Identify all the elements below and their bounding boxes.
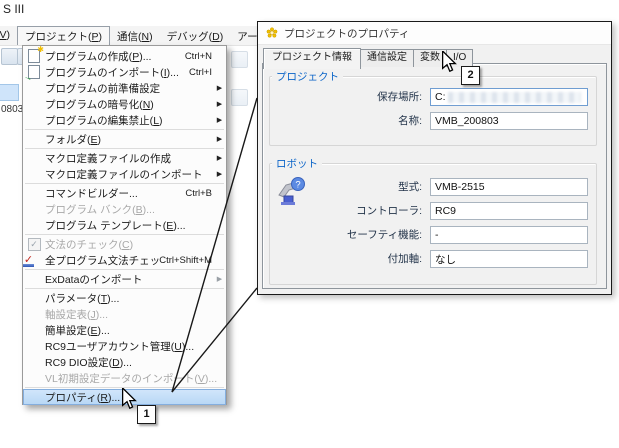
- shortcut-label: Ctrl+B: [185, 188, 226, 199]
- model-label: 型式:: [270, 178, 422, 196]
- submenu-arrow-icon: ▶: [213, 170, 226, 178]
- submenu-arrow-icon: ▶: [213, 84, 226, 92]
- menu-item-axis-table[interactable]: 軸設定表(J)...: [23, 306, 226, 322]
- menu-item-all-grammar-check[interactable]: ✓ 全プログラム文法チェック(M) Ctrl+Shift+M: [23, 252, 226, 268]
- project-menu: ✱ プログラムの作成(P)... Ctrl+N → プログラムのインポート(I)…: [22, 45, 227, 405]
- menubar: (V) プロジェクト(P) 通信(N) デバッグ(D) アーム(A) ツー: [0, 26, 257, 46]
- tab-io[interactable]: I/O: [446, 49, 473, 67]
- controller-label: コントローラ:: [270, 202, 422, 220]
- menu-separator: [25, 269, 224, 270]
- step-1-badge: 1: [137, 405, 156, 424]
- menu-item-folder[interactable]: フォルダ(E) ▶: [23, 131, 226, 147]
- tab-communication[interactable]: 通信設定: [360, 49, 414, 67]
- properties-dialog: プロジェクトのプロパティ プロジェクト情報 通信設定 変数 I/O プロジェクト…: [257, 21, 612, 295]
- menu-item-parameter[interactable]: パラメータ(T)...: [23, 290, 226, 306]
- new-program-icon: ✱: [23, 49, 45, 63]
- model-field[interactable]: VMB-2515: [430, 178, 588, 196]
- menu-item-edit-lock[interactable]: プログラムの編集禁止(L) ▶: [23, 112, 226, 128]
- group-robot-caption: ロボット: [272, 156, 322, 171]
- menubar-item-arm[interactable]: アーム(A): [230, 26, 257, 45]
- menu-item-exdata-import[interactable]: ExDataのインポート ▶: [23, 271, 226, 287]
- menubar-item-debug[interactable]: デバッグ(D): [160, 26, 231, 45]
- submenu-arrow-icon: ▶: [213, 275, 226, 283]
- group-robot: ロボット ? 型式: VMB-2515 コントローラ: RC9: [269, 163, 597, 285]
- menu-item-preprocess-settings[interactable]: プログラムの前準備設定 ▶: [23, 80, 226, 96]
- tab-project-info[interactable]: プロジェクト情報: [263, 48, 361, 69]
- extra-axis-label: 付加軸:: [270, 250, 422, 268]
- menu-item-easy-settings[interactable]: 簡単設定(E)...: [23, 322, 226, 338]
- menu-separator: [25, 234, 224, 235]
- step-2-badge: 2: [461, 66, 480, 85]
- toolbar-icon[interactable]: [231, 51, 248, 68]
- menu-item-grammar-check[interactable]: ✓ 文法のチェック(C): [23, 236, 226, 252]
- controller-field[interactable]: RC9: [430, 202, 588, 220]
- menu-separator: [25, 129, 224, 130]
- menu-item-import-macro-file[interactable]: マクロ定義ファイルのインポート ▶: [23, 166, 226, 182]
- dialog-title: プロジェクトのプロパティ: [284, 26, 409, 41]
- group-project: プロジェクト 保存場所: C: 名称: VMB_200803: [269, 76, 597, 146]
- menu-item-rc9-user-account[interactable]: RC9ユーザアカウント管理(U)...: [23, 338, 226, 354]
- menu-item-encrypt-program[interactable]: プログラムの暗号化(N) ▶: [23, 96, 226, 112]
- submenu-arrow-icon: ▶: [213, 135, 226, 143]
- menu-item-program-template[interactable]: プログラム テンプレート(E)...: [23, 217, 226, 233]
- menu-item-rc9-dio-settings[interactable]: RC9 DIO設定(D)...: [23, 354, 226, 370]
- menubar-item-communication[interactable]: 通信(N): [110, 26, 160, 45]
- menu-item-program-bank[interactable]: プログラム バンク(B)...: [23, 201, 226, 217]
- submenu-arrow-icon: ▶: [213, 100, 226, 108]
- tab-page: プロジェクト 保存場所: C: 名称: VMB_200803 ロボット: [262, 63, 607, 289]
- toolbar-icon[interactable]: [1, 48, 18, 65]
- dialog-tabs: プロジェクト情報 通信設定 変数 I/O: [263, 46, 472, 67]
- submenu-arrow-icon: ▶: [213, 116, 226, 124]
- menu-separator: [25, 148, 224, 149]
- shortcut-label: Ctrl+I: [189, 67, 226, 78]
- project-name-field[interactable]: VMB_200803: [430, 112, 588, 130]
- group-project-caption: プロジェクト: [272, 69, 343, 84]
- toolbar-icon[interactable]: [231, 89, 248, 106]
- tab-variables[interactable]: 変数: [413, 49, 447, 67]
- menu-separator: [25, 183, 224, 184]
- shortcut-label: Ctrl+Shift+M: [159, 255, 226, 266]
- menu-item-command-builder[interactable]: コマンドビルダー... Ctrl+B: [23, 185, 226, 201]
- menu-separator: [25, 387, 224, 388]
- menu-item-vl-initial-import[interactable]: VL初期設定データのインポート(V)...: [23, 370, 226, 386]
- submenu-arrow-icon: ▶: [213, 154, 226, 162]
- save-location-field[interactable]: C:: [430, 88, 588, 106]
- tree-selected-item-fragment[interactable]: [0, 84, 19, 101]
- safety-function-field[interactable]: -: [430, 226, 588, 244]
- safety-function-label: セーフティ機能:: [270, 226, 422, 244]
- menubar-item-project[interactable]: プロジェクト(P): [17, 26, 110, 45]
- window-title-fragment: S III: [3, 2, 24, 16]
- menu-separator: [25, 288, 224, 289]
- project-name-label: 名称:: [270, 112, 422, 130]
- menu-item-create-macro-file[interactable]: マクロ定義ファイルの作成 ▶: [23, 150, 226, 166]
- dialog-titlebar[interactable]: プロジェクトのプロパティ: [258, 22, 611, 45]
- menu-item-create-program[interactable]: ✱ プログラムの作成(P)... Ctrl+N: [23, 48, 226, 64]
- menu-item-import-program[interactable]: → プログラムのインポート(I)... Ctrl+I: [23, 64, 226, 80]
- shortcut-label: Ctrl+N: [185, 51, 226, 62]
- tree-text-fragment: 0803: [1, 104, 23, 115]
- grammar-check-icon: ✓: [23, 238, 45, 251]
- properties-icon: [266, 27, 278, 39]
- save-location-label: 保存場所:: [270, 88, 422, 106]
- extra-axis-field[interactable]: なし: [430, 250, 588, 268]
- menubar-item-view[interactable]: (V): [0, 26, 17, 45]
- redacted-path: [448, 92, 582, 103]
- menu-item-properties[interactable]: プロパティ(R)...: [23, 389, 226, 405]
- all-grammar-check-icon: ✓: [23, 255, 45, 266]
- import-program-icon: →: [23, 65, 45, 79]
